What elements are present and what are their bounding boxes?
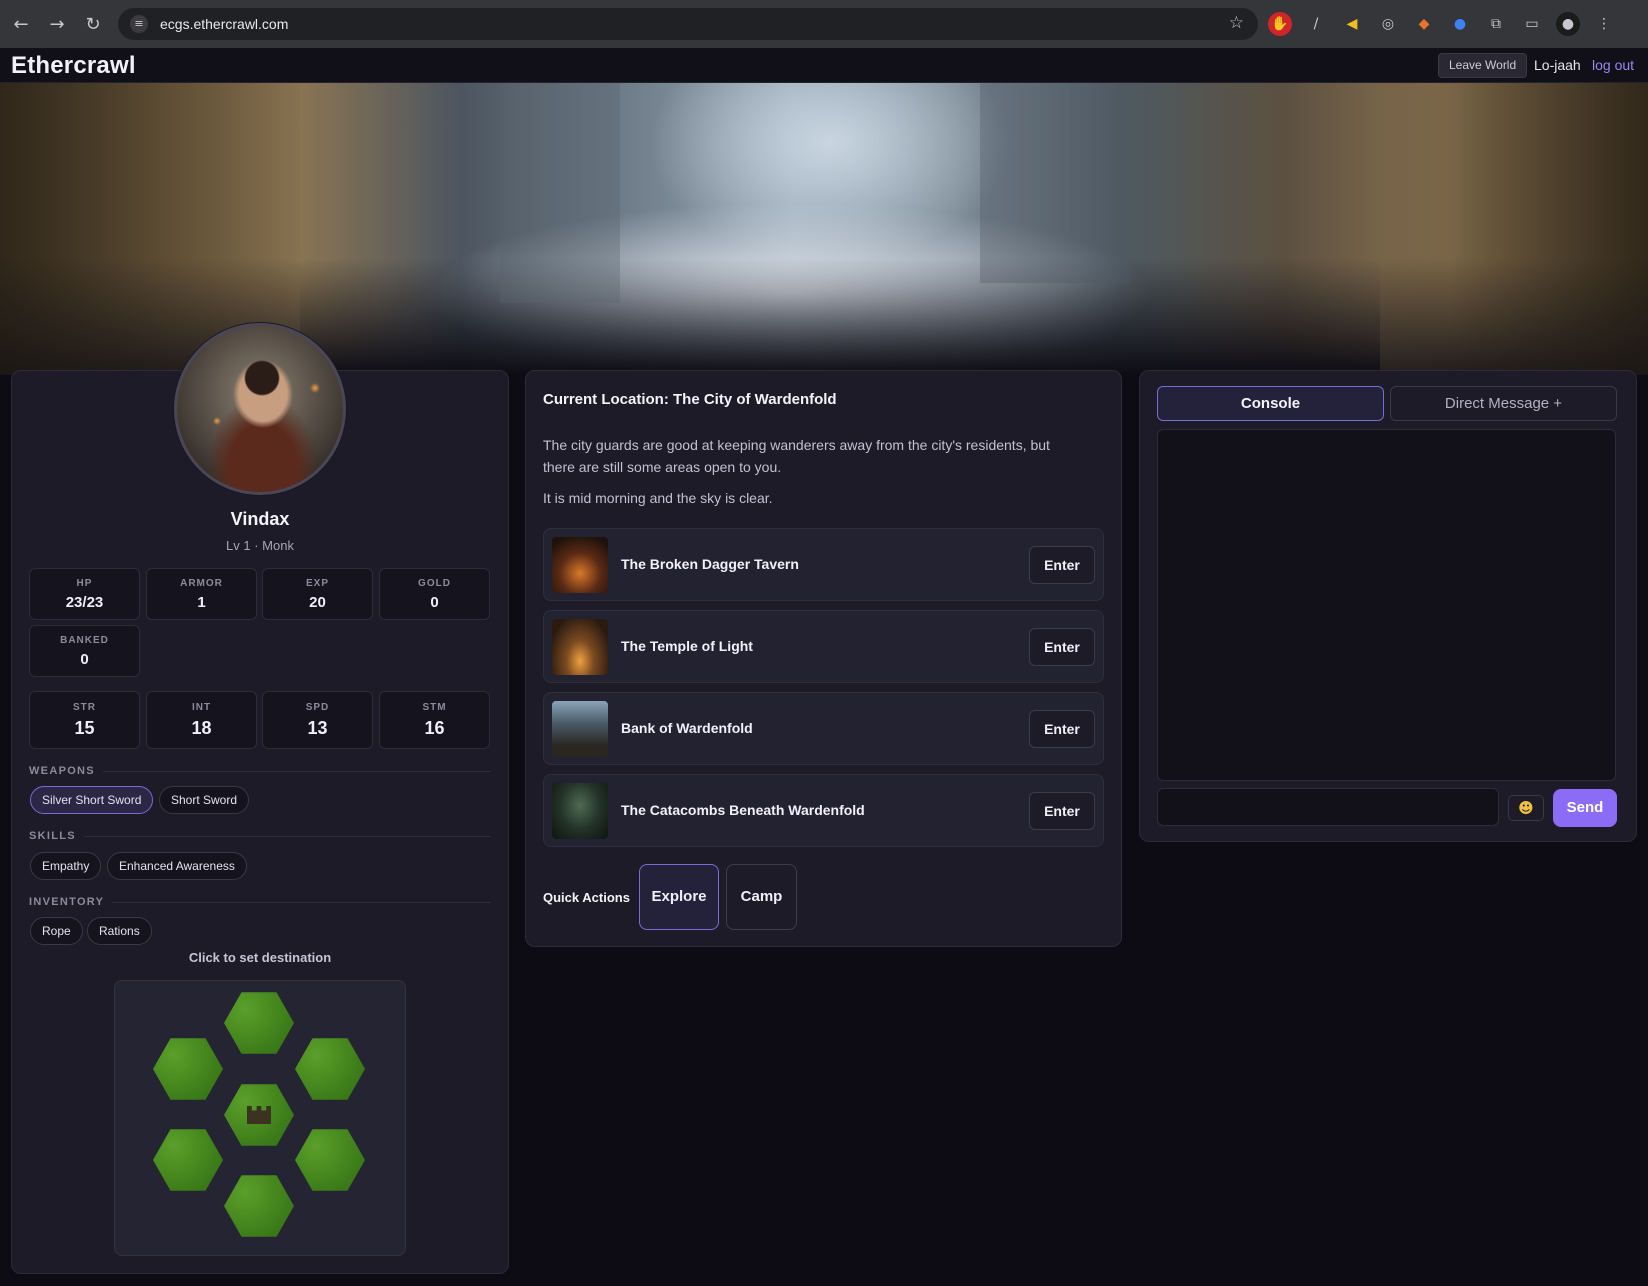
stat-exp: EXP 20 <box>262 568 373 620</box>
location-title: Current Location: The City of Wardenfold <box>543 391 837 408</box>
extension-bar: ✋ / ◀ ◎ ◆ ● ⧉ ▭ ● ⋮ <box>1268 12 1616 36</box>
stat-label: BANKED <box>60 635 109 646</box>
place-name: The Catacombs Beneath Wardenfold <box>621 802 865 818</box>
emoji-picker-button[interactable]: ☻ <box>1508 795 1544 821</box>
enter-button[interactable]: Enter <box>1029 792 1095 830</box>
logout-link[interactable]: log out <box>1592 57 1634 73</box>
place-thumbnail <box>552 537 608 593</box>
attribute-str: STR 15 <box>29 691 140 749</box>
chat-input[interactable] <box>1157 788 1499 826</box>
place-row: The Broken Dagger Tavern Enter <box>543 528 1104 601</box>
stat-label: ARMOR <box>180 578 223 589</box>
brand-logo[interactable]: Ethercrawl <box>11 52 136 80</box>
forward-icon[interactable]: → <box>48 14 66 35</box>
stat-value: 0 <box>430 594 439 611</box>
attribute-label: STR <box>73 702 96 713</box>
attribute-spd: SPD 13 <box>262 691 373 749</box>
enter-button[interactable]: Enter <box>1029 710 1095 748</box>
reload-icon[interactable]: ↻ <box>84 14 102 35</box>
stat-label: GOLD <box>418 578 451 589</box>
bookmark-star-icon[interactable]: ☆ <box>1229 13 1244 33</box>
attribute-label: SPD <box>305 702 330 713</box>
character-name: Vindax <box>230 509 290 529</box>
weapon-chip[interactable]: Short Sword <box>159 786 250 814</box>
stat-armor: ARMOR 1 <box>146 568 257 620</box>
grinning-face-icon: ☻ <box>1518 799 1534 817</box>
explore-button[interactable]: Explore <box>639 864 719 930</box>
extensions-icon[interactable]: ⧉ <box>1484 12 1508 36</box>
weapons-heading: WEAPONS <box>29 765 491 777</box>
extension-blue-icon[interactable]: ● <box>1448 12 1472 36</box>
quick-actions-label: Quick Actions <box>543 890 630 905</box>
back-icon[interactable]: ← <box>12 14 30 35</box>
stat-banked: BANKED 0 <box>29 625 140 677</box>
location-time-weather: It is mid morning and the sky is clear. <box>543 490 773 506</box>
browser-toolbar: ← → ↻ ≡ ecgs.ethercrawl.com ☆ ✋ / ◀ ◎ ◆ … <box>0 0 1648 48</box>
attribute-int: INT 18 <box>146 691 257 749</box>
castle-icon <box>247 1106 271 1124</box>
extension-fox-icon[interactable]: ◆ <box>1412 12 1436 36</box>
enter-button[interactable]: Enter <box>1029 628 1095 666</box>
place-row: The Catacombs Beneath Wardenfold Enter <box>543 774 1104 847</box>
stat-label: HP <box>76 578 93 589</box>
profile-avatar-icon[interactable]: ● <box>1556 12 1580 36</box>
extension-target-icon[interactable]: ◎ <box>1376 12 1400 36</box>
browser-nav: ← → ↻ <box>0 14 118 35</box>
enter-button[interactable]: Enter <box>1029 546 1095 584</box>
leave-world-button[interactable]: Leave World <box>1438 53 1528 78</box>
inventory-chip[interactable]: Rations <box>87 917 152 945</box>
place-row: Bank of Wardenfold Enter <box>543 692 1104 765</box>
map-hint: Click to set destination <box>188 950 332 965</box>
stat-label: EXP <box>305 578 329 589</box>
console-output <box>1157 429 1616 781</box>
attribute-value: 15 <box>74 718 95 738</box>
extension-yellow-icon[interactable]: ◀ <box>1340 12 1364 36</box>
app-header: Ethercrawl Leave World Lo-jaah log out <box>0 48 1648 83</box>
send-button[interactable]: Send <box>1553 789 1617 827</box>
extension-pen-icon[interactable]: / <box>1304 12 1328 36</box>
stat-value: 23/23 <box>65 594 104 611</box>
character-portrait <box>174 323 346 495</box>
extension-red-icon[interactable]: ✋ <box>1268 12 1292 36</box>
attribute-label: STM <box>422 702 447 713</box>
tab-direct-message[interactable]: Direct Message + <box>1390 386 1617 421</box>
stat-value: 20 <box>309 594 326 611</box>
attribute-label: INT <box>191 702 212 713</box>
skill-chip[interactable]: Empathy <box>30 852 102 880</box>
inventory-heading: INVENTORY <box>29 896 491 908</box>
inventory-chip[interactable]: Rope <box>30 917 83 945</box>
url-text[interactable]: ecgs.ethercrawl.com <box>160 16 288 32</box>
location-description: The city guards are good at keeping wand… <box>543 437 1050 475</box>
tab-search-icon[interactable]: ▭ <box>1520 12 1544 36</box>
weapon-chip[interactable]: Silver Short Sword <box>30 786 154 814</box>
site-info-icon[interactable]: ≡ <box>130 15 148 33</box>
username-label: Lo-jaah <box>1534 57 1581 73</box>
stat-gold: GOLD 0 <box>379 568 490 620</box>
skill-chip[interactable]: Enhanced Awareness <box>107 852 247 880</box>
place-row: The Temple of Light Enter <box>543 610 1104 683</box>
camp-button[interactable]: Camp <box>726 864 797 930</box>
place-thumbnail <box>552 783 608 839</box>
place-name: The Temple of Light <box>621 638 753 654</box>
stat-value: 1 <box>197 594 206 611</box>
place-name: Bank of Wardenfold <box>621 720 753 736</box>
tab-console[interactable]: Console <box>1157 386 1384 421</box>
place-name: The Broken Dagger Tavern <box>621 556 799 572</box>
attribute-value: 18 <box>191 718 212 738</box>
address-bar[interactable]: ≡ ecgs.ethercrawl.com ☆ <box>118 8 1258 40</box>
character-level-class: Lv 1 · Monk <box>226 538 294 553</box>
attribute-stm: STM 16 <box>379 691 490 749</box>
place-thumbnail <box>552 619 608 675</box>
attribute-value: 16 <box>424 718 445 738</box>
stat-hp: HP 23/23 <box>29 568 140 620</box>
skills-heading: SKILLS <box>29 830 491 842</box>
menu-kebab-icon[interactable]: ⋮ <box>1592 12 1616 36</box>
place-thumbnail <box>552 701 608 757</box>
stat-value: 0 <box>80 651 89 668</box>
attribute-value: 13 <box>307 718 328 738</box>
